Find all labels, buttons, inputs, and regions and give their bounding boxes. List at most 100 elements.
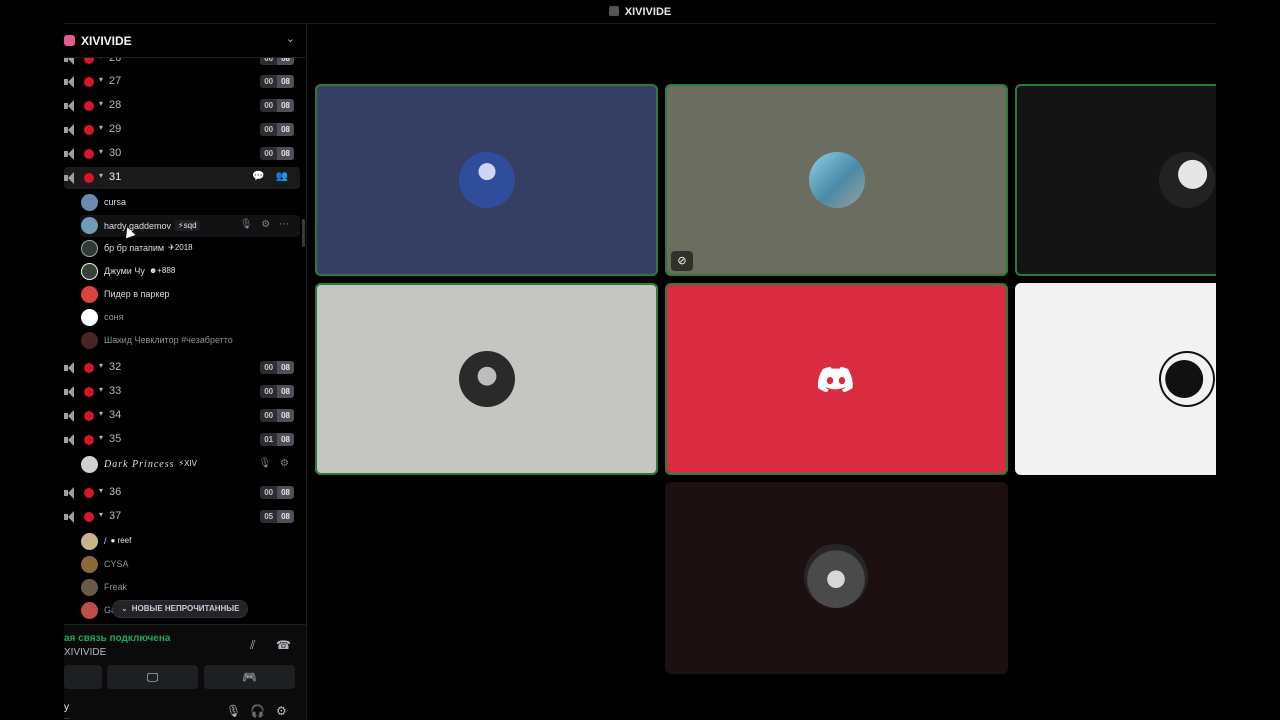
- channel-name: 34: [109, 409, 122, 421]
- muted-icons[interactable]: 🎙 ⚙ ⋯: [240, 219, 292, 230]
- voice-user[interactable]: / ● reef: [80, 531, 300, 553]
- voice-user[interactable]: Dark Princess ⚡XIV 🎙 ⚙: [80, 454, 300, 476]
- voice-channel-30[interactable]: ▾ 30 00 08: [64, 143, 300, 165]
- new-unread-button[interactable]: ⌄ НОВЫЕ НЕПРОЧИТАННЫЕ: [112, 600, 249, 618]
- participant-tile-6[interactable]: [1015, 283, 1216, 475]
- voice-channel-35[interactable]: ▾ 35 01 08: [64, 429, 300, 451]
- caret-icon: ▾: [99, 147, 104, 156]
- channel-name: 26: [109, 58, 122, 64]
- camera-button[interactable]: [64, 665, 102, 689]
- voice-connected-status: ая связь подключена: [64, 633, 171, 644]
- voice-channel-36[interactable]: ▾ 36 00 08: [64, 482, 300, 504]
- channel-name: 33: [109, 385, 122, 397]
- title-bar: XIVIVIDE: [64, 0, 1216, 24]
- user-name: Шахид Чевклитор #чезабретто: [104, 335, 233, 345]
- channel-name: 36: [109, 486, 122, 498]
- user-limit-badge: 00 08: [260, 147, 294, 160]
- avatar: [81, 456, 98, 473]
- voice-channel-28[interactable]: ▾ 28 00 08: [64, 95, 300, 117]
- voice-channel-32[interactable]: ▾ 32 00 08: [64, 357, 300, 379]
- speaker-icon: [64, 100, 76, 112]
- chevron-down-icon[interactable]: ⌄: [286, 32, 295, 45]
- live-dot-icon: [84, 363, 94, 373]
- screen-share-button[interactable]: 🖵: [107, 665, 198, 689]
- voice-user[interactable]: cursa: [80, 192, 300, 214]
- avatar: [459, 351, 515, 407]
- voice-server-name[interactable]: XIVIVIDE: [64, 647, 106, 658]
- voice-stage: ⊘: [308, 24, 1216, 720]
- channel-list: ▾ 26 0008 ▾ 27 0008 ▾ 28 0008 ▾ 29 0008: [64, 58, 306, 624]
- live-dot-icon: [84, 173, 94, 183]
- caret-icon: ▾: [99, 361, 104, 370]
- user-limit-badge: 00 08: [260, 486, 294, 499]
- user-limit-badge: 00 08: [260, 409, 294, 422]
- user-name: Пидер в паркер: [104, 289, 170, 299]
- disconnect-icon[interactable]: ☎: [276, 638, 291, 652]
- speaker-icon: [64, 148, 76, 160]
- speaker-icon: [64, 434, 76, 446]
- live-dot-icon: [84, 488, 94, 498]
- channel-name: 30: [109, 147, 122, 159]
- voice-user[interactable]: Шахид Чевклитор #чезабретто: [80, 330, 300, 352]
- voice-user[interactable]: соня: [80, 307, 300, 329]
- user-limit-badge: 05 08: [260, 510, 294, 523]
- voice-user[interactable]: Пидер в паркер: [80, 284, 300, 306]
- channel-name: 28: [109, 99, 122, 111]
- avatar: [81, 332, 98, 349]
- server-header[interactable]: XIVIVIDE ⌄: [64, 24, 306, 58]
- user-name: Dark Princess ⚡XIV: [104, 459, 198, 470]
- caret-icon: ▾: [99, 75, 104, 84]
- participant-tile-7[interactable]: [665, 482, 1008, 674]
- participant-tile-2[interactable]: ⊘: [665, 84, 1008, 276]
- settings-gear-icon[interactable]: ⚙: [276, 704, 287, 718]
- caret-icon: ▾: [99, 510, 104, 519]
- app-icon: [608, 6, 619, 16]
- participant-tile-3[interactable]: [1015, 84, 1216, 276]
- activity-button[interactable]: 🎮: [204, 665, 295, 689]
- avatar: [81, 194, 98, 211]
- voice-channel-29[interactable]: ▾ 29 00 08: [64, 119, 300, 141]
- voice-channel-26[interactable]: ▾ 26 0008: [64, 58, 300, 70]
- microphone-icon[interactable]: 🎙: [226, 704, 241, 718]
- caret-icon: ▾: [99, 123, 104, 132]
- caret-icon: ▾: [99, 409, 104, 418]
- voice-channel-37[interactable]: ▾ 37 05 08: [64, 506, 300, 528]
- participant-tile-1[interactable]: [315, 84, 658, 276]
- avatar: [81, 240, 98, 257]
- video-muted-icon: ⊘: [671, 251, 693, 271]
- caret-icon: ▾: [99, 171, 104, 180]
- participant-tile-4[interactable]: [315, 283, 658, 475]
- voice-channel-34[interactable]: ▾ 34 00 08: [64, 405, 300, 427]
- server-icon: [64, 35, 75, 46]
- voice-user[interactable]: CYSA: [80, 554, 300, 576]
- speaker-icon: [64, 386, 76, 398]
- muted-icons[interactable]: 🎙 ⚙: [259, 458, 292, 469]
- channel-name: 37: [109, 510, 122, 522]
- live-dot-icon: [84, 512, 94, 522]
- scrollbar-thumb[interactable]: [302, 219, 305, 247]
- voice-user[interactable]: бр бр патапим ✈2018: [80, 238, 300, 260]
- participant-tile-5[interactable]: [665, 283, 1008, 475]
- noise-suppression-icon[interactable]: ⫽: [250, 638, 255, 653]
- voice-channel-33[interactable]: ▾ 33 00 08: [64, 381, 300, 403]
- user-name: hardy gaddemov ⚡sqd: [104, 220, 200, 231]
- channel-name: 35: [109, 433, 122, 445]
- current-user-name[interactable]: y: [64, 702, 69, 713]
- avatar: [1159, 152, 1215, 208]
- user-tag: ☻+888: [148, 266, 176, 275]
- user-name: CYSA: [104, 559, 129, 569]
- speaker-icon: [64, 362, 76, 374]
- user-limit-badge: 00 08: [260, 75, 294, 88]
- live-dot-icon: [84, 101, 94, 111]
- headphones-icon[interactable]: 🎧: [250, 704, 265, 718]
- channel-actions-icon[interactable]: 💬 👥: [252, 171, 292, 182]
- user-name: / ● reef: [104, 536, 132, 546]
- avatar: [81, 286, 98, 303]
- voice-user[interactable]: Freak: [80, 577, 300, 599]
- voice-user[interactable]: hardy gaddemov ⚡sqd 🎙 ⚙ ⋯: [80, 215, 300, 237]
- voice-user[interactable]: Джуми Чу ☻+888: [80, 261, 300, 283]
- caret-icon: ▾: [99, 385, 104, 394]
- voice-channel-31[interactable]: ▾ 31 💬 👥: [64, 167, 300, 189]
- voice-channel-27[interactable]: ▾ 27 00 08: [64, 71, 300, 93]
- caret-icon: ▾: [99, 58, 103, 61]
